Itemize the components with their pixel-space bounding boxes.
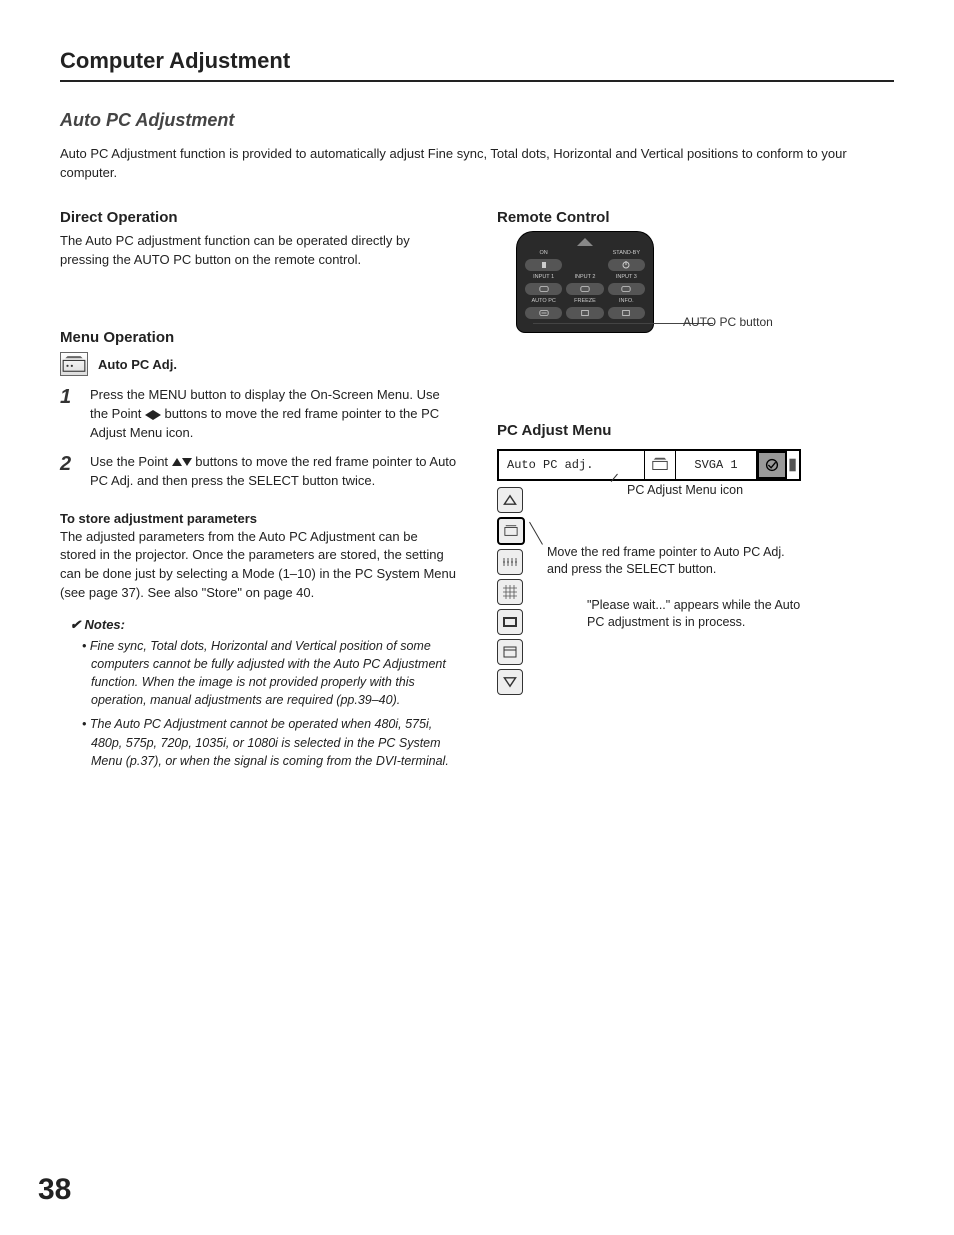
point-right-icon — [153, 410, 161, 420]
menu-bar-mode: SVGA 1 — [676, 451, 757, 479]
remote-control-heading: Remote Control — [497, 209, 894, 226]
input1-button[interactable] — [525, 283, 562, 295]
auto-pc-button-callout: AUTO PC button — [683, 315, 773, 329]
on-button[interactable] — [525, 259, 562, 271]
input3-label: INPUT 3 — [608, 274, 645, 280]
chapter-title: Computer Adjustment — [60, 48, 894, 82]
input2-label: INPUT 2 — [566, 274, 603, 280]
menu-bar-selected-icon — [757, 451, 787, 479]
note-1: Fine sync, Total dots, Horizontal and Ve… — [82, 637, 457, 710]
point-up-icon — [172, 458, 182, 466]
please-wait-callout: "Please wait..." appears while the Auto … — [587, 597, 817, 632]
menu-operation-heading: Menu Operation — [60, 329, 457, 346]
page-number: 38 — [38, 1173, 71, 1207]
menu-bar-pcadjust-icon — [645, 451, 676, 479]
on-label: ON — [525, 250, 562, 256]
remote-control-graphic: ON STAND-BY INPUT 1 INPUT 2 INPUT 3 — [517, 232, 653, 332]
auto-pc-button[interactable] — [525, 307, 562, 319]
section-title: Auto PC Adjustment — [60, 110, 894, 131]
step-number-2: 2 — [60, 453, 78, 491]
store-parameters-body: The adjusted parameters from the Auto PC… — [60, 528, 457, 603]
move-pointer-callout: Move the red frame pointer to Auto PC Ad… — [547, 544, 807, 579]
menu-bar-title: Auto PC adj. — [499, 451, 645, 479]
direct-operation-heading: Direct Operation — [60, 209, 457, 226]
freeze-button[interactable] — [566, 307, 603, 319]
step-number-1: 1 — [60, 386, 78, 443]
auto-pc-icon — [60, 352, 88, 376]
point-down-icon — [182, 458, 192, 466]
scroll-down-icon[interactable] — [497, 669, 523, 695]
scroll-up-icon[interactable] — [497, 487, 523, 513]
fine-sync-icon[interactable] — [497, 549, 523, 575]
auto-pc-adj-label: Auto PC Adj. — [98, 357, 177, 372]
step-2-text: Use the Point buttons to move the red fr… — [90, 453, 457, 491]
input3-button[interactable] — [608, 283, 645, 295]
menu-bar: Auto PC adj. SVGA 1 — [497, 449, 801, 481]
pc-adjust-menu-icon-callout: PC Adjust Menu icon — [627, 482, 743, 500]
menu-bar-end-icon — [787, 451, 799, 479]
step-1-text: Press the MENU button to display the On-… — [90, 386, 457, 443]
intro-text: Auto PC Adjustment function is provided … — [60, 145, 894, 183]
freeze-label: FREEZE — [566, 298, 603, 304]
pc-adjust-menu-heading: PC Adjust Menu — [497, 422, 894, 439]
info-button[interactable] — [608, 307, 645, 319]
store-parameters-heading: To store adjustment parameters — [60, 511, 457, 526]
notes-heading: ✔ Notes: — [70, 617, 457, 633]
autopc-label: AUTO PC — [525, 298, 562, 304]
standby-button[interactable] — [608, 259, 645, 271]
total-dots-icon[interactable] — [497, 579, 523, 605]
input1-label: INPUT 1 — [525, 274, 562, 280]
standby-label: STAND-BY — [608, 250, 645, 256]
point-left-icon — [145, 410, 153, 420]
auto-pc-adj-menu-icon[interactable] — [497, 517, 525, 545]
info-label: INFO. — [608, 298, 645, 304]
direct-operation-body: The Auto PC adjustment function can be o… — [60, 232, 457, 270]
note-2: The Auto PC Adjustment cannot be operate… — [82, 715, 457, 769]
ir-emitter-icon — [577, 238, 593, 246]
input2-button[interactable] — [566, 283, 603, 295]
horizontal-icon[interactable] — [497, 609, 523, 635]
side-icon-column — [497, 487, 523, 695]
vertical-icon[interactable] — [497, 639, 523, 665]
